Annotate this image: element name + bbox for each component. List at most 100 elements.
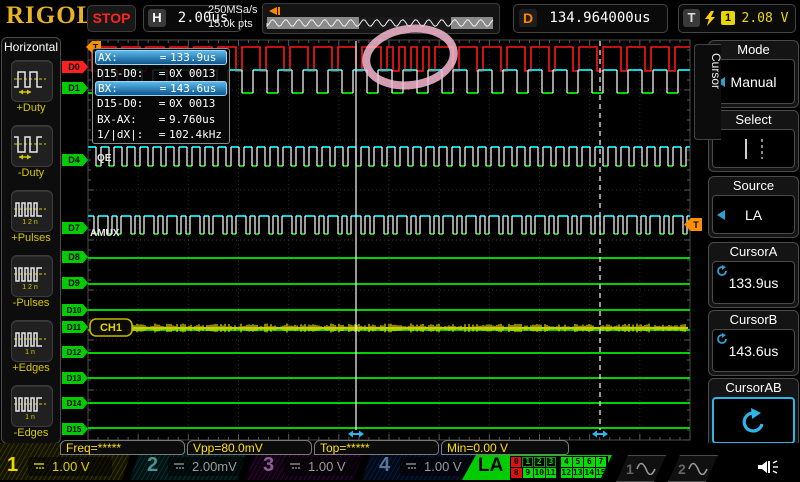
cursor-b-title: CursorB	[709, 311, 798, 328]
svg-text:1 n: 1 n	[25, 414, 35, 421]
channel-tag-d10: D10	[62, 304, 88, 316]
cursor-a-button[interactable]: 133.9us	[712, 261, 795, 304]
left-menu-item-label: -Pulses	[2, 297, 60, 309]
select-title: Select	[709, 111, 798, 128]
channel-tag-d8: D8	[62, 251, 88, 263]
cursor-position-arrow	[592, 431, 608, 438]
measure-vpp: Vpp=80.0mV	[187, 440, 312, 455]
channel-tag-d4: D4	[62, 154, 88, 166]
bus-label-qe: QE	[97, 153, 112, 164]
generator-number: 1	[626, 461, 634, 477]
cursor-ab-title: CursorAB	[709, 379, 798, 396]
cursor-readout-row: D15-D0:=0X 0013	[95, 96, 227, 111]
rotate-knob-icon	[717, 265, 728, 276]
waveform-preview[interactable]	[262, 3, 500, 34]
svg-text:D4: D4	[68, 155, 80, 165]
source-title: Source	[709, 177, 798, 194]
channel-tag-d14: D14	[62, 397, 88, 409]
run-state-badge[interactable]: STOP	[87, 5, 136, 32]
source-value: LA	[745, 207, 762, 223]
cursor-b-button[interactable]: 143.6us	[712, 329, 795, 372]
la-bit: 9	[523, 468, 534, 478]
source-button[interactable]: LA	[712, 195, 795, 234]
channel-scale: 2.00mV	[192, 459, 237, 474]
cursor-a-title: CursorA	[709, 243, 798, 260]
svg-text:D1: D1	[68, 83, 80, 93]
delay-value: 134.964000us	[540, 10, 660, 26]
cursor-readout-row: 1/|dX|:=102.4kHz	[95, 127, 227, 142]
svg-text:1 2 n: 1 2 n	[22, 219, 38, 226]
cursor-b-value: 143.6us	[729, 343, 779, 359]
channel-scale: 1.00 V	[52, 459, 90, 474]
la-bit: 12	[561, 468, 572, 478]
la-bit: 8	[511, 468, 522, 478]
sine-icon	[688, 462, 712, 475]
cursor-readout-row: BX:=143.6us	[95, 81, 227, 96]
minus-edges-icon[interactable]: 1 n	[11, 385, 53, 427]
plus-pulses-icon[interactable]: 1 2 n	[11, 190, 53, 232]
cursor-a-value: 133.9us	[729, 275, 779, 291]
la-bit-grid: 0123456789101112131415	[510, 456, 608, 481]
minus-duty-icon[interactable]	[11, 125, 53, 167]
probe-icon	[174, 463, 186, 471]
cursor-ab-group: CursorAB	[708, 378, 799, 448]
generator-number: 2	[678, 461, 686, 477]
trigger-level-value: 2.08 V	[739, 11, 791, 26]
generator-2-status[interactable]: 2	[668, 455, 718, 482]
cursor-readout-row: BX-AX:=9.760us	[95, 112, 227, 127]
menu-tab-cursor: Cursor	[694, 44, 721, 140]
select-button[interactable]	[712, 129, 795, 168]
speaker-icon[interactable]	[757, 458, 781, 476]
la-bit: 1	[522, 457, 533, 467]
trigger-source-badge: 1	[721, 11, 735, 25]
horizontal-menu-panel: Horizontal +Duty-Duty1 2 n+Pulses1 2 n-P…	[1, 37, 61, 444]
svg-text:D12: D12	[67, 348, 82, 357]
svg-text:D8: D8	[68, 252, 80, 262]
la-bit: 7	[596, 457, 606, 467]
mode-button[interactable]: Manual	[712, 59, 795, 104]
la-bit: 3	[546, 457, 557, 467]
left-menu-item-label: -Duty	[2, 167, 60, 179]
svg-text:D10: D10	[67, 306, 82, 315]
menu-tab-label: Cursor	[709, 53, 723, 71]
channel-tag-d7: D7	[62, 222, 88, 234]
plus-duty-icon[interactable]	[11, 60, 53, 102]
trigger-edge-icon	[703, 11, 717, 26]
left-menu-item-label: -Edges	[2, 427, 60, 439]
cursor-select-icon	[734, 137, 774, 161]
la-bit: 15	[596, 468, 607, 478]
svg-text:D0: D0	[68, 62, 80, 72]
svg-text:1 n: 1 n	[25, 349, 35, 356]
la-status[interactable]: LA 0123456789101112131415	[462, 455, 612, 480]
trigger-box[interactable]: T 1 2.08 V	[678, 4, 796, 33]
delay-box[interactable]: D 134.964000us	[513, 4, 668, 33]
plus-edges-icon[interactable]: 1 n	[11, 320, 53, 362]
cursor-position-arrow	[348, 431, 364, 438]
svg-text:1 2 n: 1 2 n	[22, 284, 38, 291]
ch1-wave-label: CH1	[90, 319, 132, 336]
channel-scale: 1.00 V	[308, 459, 346, 474]
cursor-a-group: CursorA 133.9us	[708, 242, 799, 308]
channel-tag-d13: D13	[62, 372, 88, 384]
svg-text:T: T	[693, 220, 699, 230]
channel-tag-d12: D12	[62, 346, 88, 358]
channel-tag-d1: D1	[62, 82, 88, 94]
minus-pulses-icon[interactable]: 1 2 n	[11, 255, 53, 297]
sample-rate: 250MSa/s	[208, 3, 264, 17]
left-menu-title: Horizontal	[2, 40, 60, 54]
select-group: Select	[708, 110, 799, 172]
probe-icon	[290, 463, 302, 471]
cursor-b-group: CursorB 143.6us	[708, 310, 799, 376]
generator-1-status[interactable]: 1	[616, 455, 666, 482]
channel-number: 2	[147, 454, 158, 477]
left-menu-item-label: +Pulses	[2, 232, 60, 244]
cursor-ab-button[interactable]	[712, 397, 795, 444]
channel-number: 1	[7, 454, 18, 477]
left-triangle-icon	[717, 210, 725, 220]
channel-tag-d15: D15	[62, 423, 88, 435]
svg-text:CH1: CH1	[100, 322, 122, 334]
preview-arrow-icon	[269, 7, 277, 15]
rotate-ab-icon	[741, 408, 767, 434]
la-bit: 2	[534, 457, 545, 467]
channel-status-bar: Freq=***** Vpp=80.0mV Top=***** Min=0.00…	[0, 443, 800, 480]
